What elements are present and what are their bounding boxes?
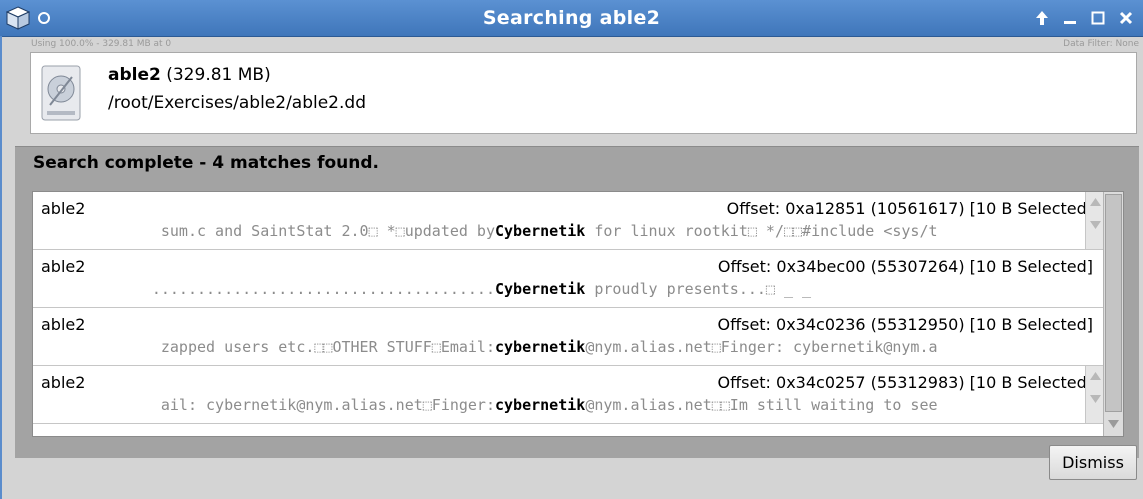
usage-text: Using 100.0% - 329.81 MB at 0 bbox=[31, 39, 172, 49]
scroll-up-arrow-icon[interactable] bbox=[1089, 196, 1102, 208]
file-size: (329.81 MB) bbox=[166, 65, 271, 85]
result-row[interactable]: able2 Offset: 0x34c0257 (55312983) [10 B… bbox=[33, 366, 1105, 424]
context-after-text: proudly presents...⬚ _ _ bbox=[585, 280, 812, 298]
window-left-edge bbox=[0, 36, 2, 499]
context-before: sum.c and SaintStat 2.0⬚ *⬚updated by bbox=[160, 222, 495, 240]
file-name: able2 (329.81 MB) bbox=[108, 65, 271, 85]
result-file-name: able2 bbox=[41, 315, 86, 334]
result-context: zapped users etc.⬚⬚OTHER STUFF⬚Email: cy… bbox=[33, 338, 1105, 360]
title-bar[interactable]: Searching able2 bbox=[0, 0, 1143, 37]
file-name-bold: able2 bbox=[108, 65, 161, 85]
result-context: ...................................... C… bbox=[33, 280, 1105, 302]
results-list[interactable]: able2 Offset: 0xa12851 (10561617) [10 B … bbox=[32, 191, 1124, 437]
result-context: sum.c and SaintStat 2.0⬚ *⬚updated by Cy… bbox=[33, 222, 1105, 244]
match-highlight: Cybernetik bbox=[495, 280, 586, 298]
match-highlight: cybernetik bbox=[495, 396, 586, 414]
scroll-down-arrow-icon[interactable] bbox=[1089, 393, 1102, 405]
results-panel: able2 Offset: 0xa12851 (10561617) [10 B … bbox=[15, 180, 1139, 458]
context-after: cybernetik@nym.alias.net⬚⬚Im still waiti… bbox=[495, 396, 938, 414]
disk-image-icon bbox=[41, 65, 81, 121]
context-after: Cybernetik proudly presents...⬚ _ _ bbox=[495, 280, 811, 298]
minimize-icon bbox=[1064, 21, 1076, 24]
context-before: ail: cybernetik@nym.alias.net⬚Finger: bbox=[160, 396, 495, 414]
pin-up-button[interactable] bbox=[1031, 7, 1053, 29]
scroll-down-arrow-icon[interactable] bbox=[1089, 219, 1102, 231]
arrow-up-icon bbox=[1036, 11, 1048, 25]
context-after-text: @nym.alias.net⬚Finger: cybernetik@nym.a bbox=[585, 338, 938, 356]
context-after-text: for linux rootkit⬚ */⬚⬚#include <sys/t bbox=[585, 222, 938, 240]
scroll-up-arrow-icon[interactable] bbox=[1089, 370, 1102, 382]
search-status-bar: Search complete - 4 matches found. bbox=[15, 146, 1139, 180]
match-highlight: Cybernetik bbox=[495, 222, 586, 240]
context-before: ...................................... bbox=[151, 280, 495, 298]
row-scrollbar[interactable] bbox=[1085, 192, 1105, 249]
result-offset: Offset: 0x34bec00 (55307264) [10 B Selec… bbox=[717, 257, 1093, 276]
close-icon bbox=[1119, 11, 1133, 25]
row-scrollbar[interactable] bbox=[1085, 366, 1105, 423]
result-row[interactable]: able2 Offset: 0xa12851 (10561617) [10 B … bbox=[33, 192, 1105, 250]
dismiss-button[interactable]: Dismiss bbox=[1049, 445, 1137, 480]
result-row[interactable]: able2 Offset: 0x34bec00 (55307264) [10 B… bbox=[33, 250, 1105, 308]
results-scrollbar-thumb[interactable] bbox=[1105, 194, 1122, 412]
context-before: zapped users etc.⬚⬚OTHER STUFF⬚Email: bbox=[160, 338, 495, 356]
file-info-box: able2 (329.81 MB) /root/Exercises/able2/… bbox=[30, 52, 1137, 134]
result-offset: Offset: 0xa12851 (10561617) [10 B Select… bbox=[726, 199, 1093, 218]
result-row[interactable]: able2 Offset: 0x34c0236 (55312950) [10 B… bbox=[33, 308, 1105, 366]
results-scrollbar[interactable] bbox=[1103, 192, 1123, 436]
maximize-button[interactable] bbox=[1087, 7, 1109, 29]
context-after: cybernetik@nym.alias.net⬚Finger: cyberne… bbox=[495, 338, 938, 356]
window-title: Searching able2 bbox=[482, 7, 661, 29]
result-file-name: able2 bbox=[41, 257, 86, 276]
search-status-text: Search complete - 4 matches found. bbox=[33, 153, 379, 173]
context-after-text: @nym.alias.net⬚⬚Im still waiting to see bbox=[585, 396, 938, 414]
match-highlight: cybernetik bbox=[495, 338, 586, 356]
minimize-button[interactable] bbox=[1059, 7, 1081, 29]
context-after: Cybernetik for linux rootkit⬚ */⬚⬚#inclu… bbox=[495, 222, 938, 240]
usage-line: Using 100.0% - 329.81 MB at 0 Data Filte… bbox=[31, 38, 1139, 52]
result-offset: Offset: 0x34c0257 (55312983) [10 B Selec… bbox=[717, 373, 1093, 392]
result-context: ail: cybernetik@nym.alias.net⬚Finger: cy… bbox=[33, 396, 1105, 418]
dialog-footer: Dismiss bbox=[15, 445, 1139, 499]
data-filter-text: Data Filter: None bbox=[1063, 39, 1139, 49]
scroll-down-arrow-icon[interactable] bbox=[1107, 418, 1120, 430]
result-file-name: able2 bbox=[41, 199, 86, 218]
file-path: /root/Exercises/able2/able2.dd bbox=[108, 93, 366, 113]
close-button[interactable] bbox=[1115, 7, 1137, 29]
result-offset: Offset: 0x34c0236 (55312950) [10 B Selec… bbox=[717, 315, 1093, 334]
result-file-name: able2 bbox=[41, 373, 86, 392]
maximize-icon bbox=[1091, 11, 1105, 25]
